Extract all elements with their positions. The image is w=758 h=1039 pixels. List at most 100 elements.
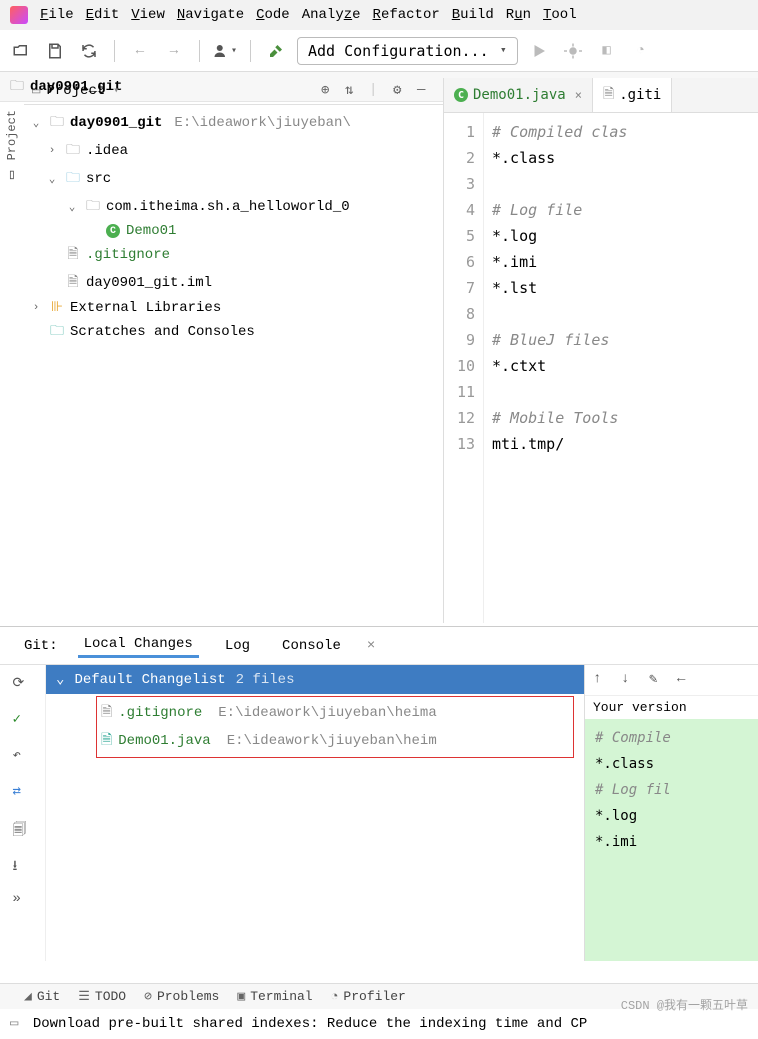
expand-icon[interactable]: ⇅: [345, 82, 363, 100]
run-config-dropdown[interactable]: Add Configuration...: [297, 37, 518, 65]
tool-problems[interactable]: ⊘Problems: [144, 989, 219, 1004]
tree-src[interactable]: ⌄ 🗀 src: [24, 165, 443, 193]
back-icon[interactable]: ←: [677, 671, 695, 689]
changelist-icon[interactable]: 🗐: [13, 819, 33, 839]
idea-label: .idea: [86, 143, 128, 159]
open-icon[interactable]: [8, 38, 34, 64]
down-icon[interactable]: ↓: [621, 671, 639, 689]
window-icon[interactable]: ▭: [10, 1016, 18, 1032]
tree-demo01[interactable]: C Demo01: [24, 221, 443, 241]
minimize-icon[interactable]: —: [417, 82, 435, 100]
folder-icon: 🗀: [64, 139, 82, 163]
changed-file[interactable]: 🗎 .gitignore E:\ideawork\jiuyeban\heima: [101, 699, 569, 727]
tree-idea[interactable]: › 🗀 .idea: [24, 137, 443, 165]
project-dropdown-icon[interactable]: ▾: [113, 85, 119, 97]
gear-icon[interactable]: ⚙: [393, 82, 411, 100]
tool-todo[interactable]: ☰TODO: [78, 989, 126, 1004]
java-class-icon: C: [104, 224, 122, 238]
project-tree: ⌄ 🗀 day0901_git E:\ideawork\jiuyeban\ › …: [24, 105, 443, 350]
root-name: day0901_git: [70, 115, 162, 131]
root-path: E:\ideawork\jiuyeban\: [174, 115, 350, 131]
chevron-right-icon[interactable]: ›: [28, 302, 44, 314]
chevron-down-icon[interactable]: ⌄: [28, 116, 44, 130]
file-icon: 🗎: [603, 83, 614, 107]
libs-icon: ⊪: [48, 299, 66, 316]
chevron-down-icon[interactable]: ⌄: [44, 172, 60, 186]
close-icon[interactable]: ×: [575, 88, 582, 102]
rollback-icon[interactable]: ↶: [13, 747, 33, 767]
refresh-icon[interactable]: ⟳: [13, 675, 33, 695]
tab-log[interactable]: Log: [219, 635, 256, 657]
commit-icon[interactable]: ✓: [13, 711, 33, 731]
menu-file[interactable]: File: [40, 7, 74, 23]
editor-body[interactable]: 12345678910111213 # Compiled clas *.clas…: [444, 113, 758, 623]
folder-icon: 🗀: [48, 111, 66, 135]
git-label: Git:: [24, 638, 58, 654]
user-icon[interactable]: ▾: [212, 38, 238, 64]
menu-run[interactable]: Run: [506, 7, 531, 23]
edit-icon[interactable]: ✎: [649, 671, 667, 689]
tree-root[interactable]: ⌄ 🗀 day0901_git E:\ideawork\jiuyeban\: [24, 109, 443, 137]
chevron-down-icon[interactable]: ⌄: [56, 671, 64, 688]
menu-edit[interactable]: Edit: [86, 7, 120, 23]
more-icon[interactable]: »: [13, 891, 33, 911]
tab2-label: .giti: [619, 87, 661, 103]
bottom-tool-bar: ◢Git ☰TODO ⊘Problems ▣Terminal ◔Profiler: [0, 983, 758, 1009]
chevron-right-icon[interactable]: ›: [44, 145, 60, 157]
hammer-icon[interactable]: [263, 38, 289, 64]
menu-code[interactable]: Code: [256, 7, 290, 23]
changelist-header[interactable]: ⌄ Default Changelist 2 files: [46, 665, 584, 694]
tree-gitignore[interactable]: 🗎 .gitignore: [24, 241, 443, 269]
menu-analyze[interactable]: Analyze: [302, 7, 361, 23]
git-panel: Git: Local Changes Log Console × ⟳ ✓ ↶ ⇄…: [0, 626, 758, 961]
diff-icon[interactable]: ⇄: [13, 783, 33, 803]
tree-scratches[interactable]: 🗀 Scratches and Consoles: [24, 318, 443, 346]
forward-icon[interactable]: →: [161, 38, 187, 64]
changed-file[interactable]: 🗎 Demo01.java E:\ideawork\jiuyeban\heim: [101, 727, 569, 755]
changelist-name: Default Changelist: [74, 672, 225, 688]
target-icon[interactable]: ⊕: [321, 82, 339, 100]
coverage-icon[interactable]: ◧: [594, 38, 620, 64]
menu-build[interactable]: Build: [452, 7, 494, 23]
package-icon: 🗀: [84, 195, 102, 219]
menu-view[interactable]: View: [131, 7, 165, 23]
diff-pane: ↑ ↓ ✎ ← Your version # Compile *.class #…: [584, 665, 758, 961]
menu-tools[interactable]: Tool: [543, 7, 577, 23]
scratch-label: Scratches and Consoles: [70, 324, 255, 340]
shelve-icon[interactable]: ⭳: [13, 855, 33, 875]
tree-external-libs[interactable]: › ⊪ External Libraries: [24, 297, 443, 318]
tool-git[interactable]: ◢Git: [24, 989, 60, 1004]
file-name: Demo01.java: [118, 733, 210, 749]
tool-terminal[interactable]: ▣Terminal: [237, 989, 312, 1004]
project-title[interactable]: Project: [46, 83, 105, 99]
code-area[interactable]: # Compiled clas *.class # Log file *.log…: [484, 113, 758, 623]
refresh-icon[interactable]: [76, 38, 102, 64]
tab-local-changes[interactable]: Local Changes: [78, 633, 199, 658]
tab-gitignore[interactable]: 🗎 .giti: [593, 78, 672, 112]
menu-refactor[interactable]: Refactor: [373, 7, 440, 23]
changed-files-box: 🗎 .gitignore E:\ideawork\jiuyeban\heima …: [96, 696, 574, 758]
run-icon[interactable]: [526, 38, 552, 64]
file-path: E:\ideawork\jiuyeban\heim: [227, 733, 437, 749]
close-icon[interactable]: ×: [367, 638, 375, 654]
tree-package[interactable]: ⌄ 🗀 com.itheima.sh.a_helloworld_0: [24, 193, 443, 221]
save-icon[interactable]: [42, 38, 68, 64]
file-path: E:\ideawork\jiuyeban\heima: [218, 705, 436, 721]
project-pane: ▭ Project ▾ ⊕ ⇅ | ⚙ — ⌄ 🗀 day0901_git E:…: [24, 78, 444, 623]
up-icon[interactable]: ↑: [593, 671, 611, 689]
tree-iml[interactable]: 🗎 day0901_git.iml: [24, 269, 443, 297]
diff-toolbar: ↑ ↓ ✎ ←: [585, 665, 758, 696]
tab-console-git[interactable]: Console: [276, 635, 347, 657]
tool-profiler[interactable]: ◔Profiler: [331, 989, 406, 1004]
git-toolbar: ⟳ ✓ ↶ ⇄ 🗐 ⭳ »: [0, 665, 46, 961]
debug-icon[interactable]: [560, 38, 586, 64]
tab-project[interactable]: ▭Project: [5, 110, 19, 183]
project-view-icon: ▭: [32, 83, 40, 100]
tab-demo01[interactable]: C Demo01.java ×: [444, 78, 593, 112]
diff-code[interactable]: # Compile *.class # Log fil *.log *.imi: [585, 719, 758, 961]
diff-version-label: Your version: [585, 696, 758, 719]
profile-icon[interactable]: ◔: [628, 38, 654, 64]
back-icon[interactable]: ←: [127, 38, 153, 64]
menu-navigate[interactable]: Navigate: [177, 7, 244, 23]
chevron-down-icon[interactable]: ⌄: [64, 200, 80, 214]
